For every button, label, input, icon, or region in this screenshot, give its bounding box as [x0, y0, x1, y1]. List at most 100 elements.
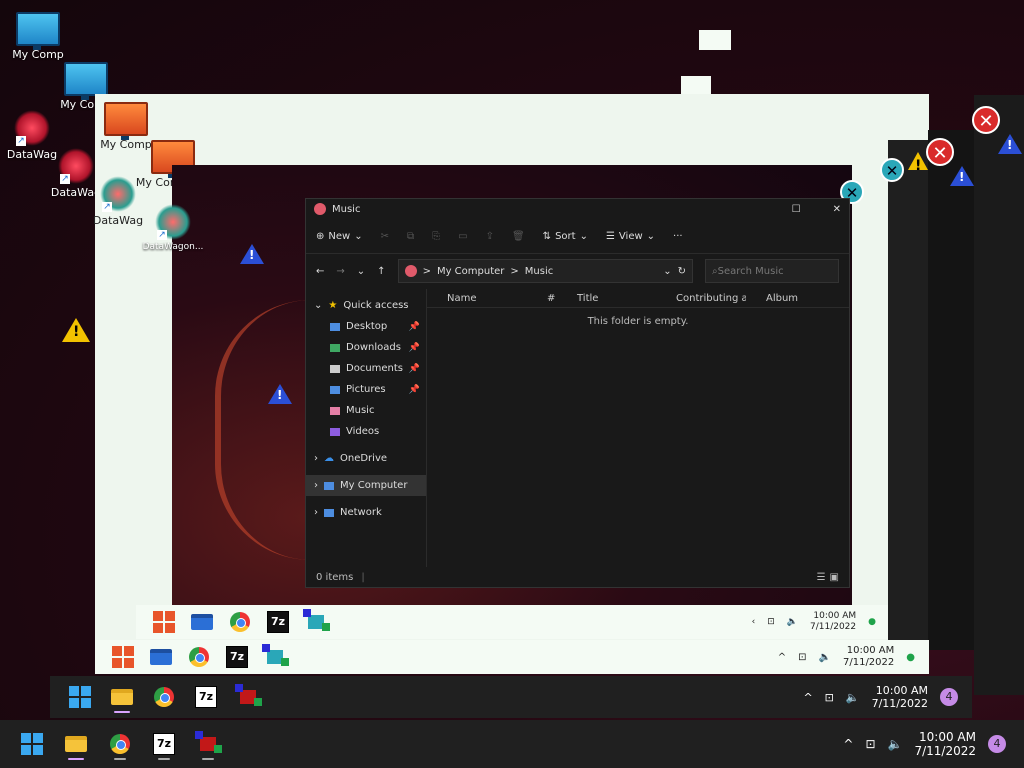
nav-network[interactable]: › Network [306, 502, 426, 523]
nav-quick-access[interactable]: ⌄ ★ Quick access [306, 295, 426, 316]
chrome-taskbar-icon[interactable] [187, 645, 211, 669]
clock[interactable]: 10:00 AM 7/11/2022 [914, 730, 976, 759]
rename-icon[interactable]: ▭ [458, 231, 467, 242]
network-tray-icon[interactable]: ⊡ [825, 691, 834, 704]
up-arrow-icon[interactable]: ↑ [377, 266, 385, 277]
file-explorer-taskbar-icon[interactable] [190, 610, 214, 634]
sort-button[interactable]: ⇅ Sort ⌄ [543, 231, 588, 242]
7zip-taskbar-icon[interactable]: 7z [225, 645, 249, 669]
nav-item-music[interactable]: Music [306, 400, 426, 421]
network-tray-icon[interactable]: ⊡ [798, 652, 806, 663]
address-dropdown-icon[interactable]: ⌄ [663, 266, 671, 277]
nav-item-videos[interactable]: Videos [306, 421, 426, 442]
column-header-album[interactable]: Album [746, 293, 798, 304]
file-explorer-taskbar-icon[interactable] [64, 732, 88, 760]
column-header-number[interactable]: # [527, 293, 557, 304]
breadcrumb-my-computer[interactable]: My Computer [437, 266, 504, 277]
view-button[interactable]: ☰ View ⌄ [606, 231, 655, 242]
shortcut-arrow-icon: ↗ [16, 136, 26, 146]
file-explorer-window[interactable]: Music ☐ ✕ ⊕ New ⌄ ✂ ⧉ ⎘ ▭ ⇪ 🗑 ⇅ Sort ⌄ ☰ View… [305, 198, 850, 588]
nav-item-pictures[interactable]: Pictures 📌 [306, 379, 426, 400]
cloud-icon: ☁ [324, 453, 334, 464]
details-view-icon[interactable]: ☰ [817, 572, 826, 583]
notification-badge[interactable]: 4 [940, 688, 958, 706]
address-bar[interactable]: > My Computer > Music ⌄ ↻ [397, 259, 693, 283]
breadcrumb-music[interactable]: Music [525, 266, 553, 277]
chrome-taskbar-icon[interactable] [228, 610, 252, 634]
shortcut-arrow-icon: ↗ [60, 174, 70, 184]
nav-my-computer[interactable]: › My Computer [306, 475, 426, 496]
back-arrow-icon[interactable]: ← [316, 266, 324, 277]
tray-overflow-icon[interactable]: ‹ [752, 617, 756, 627]
maximize-button[interactable]: ☐ [792, 204, 801, 215]
start-button[interactable] [20, 732, 44, 756]
column-header-contributing-artists[interactable]: Contributing artists [672, 293, 746, 304]
volume-icon[interactable]: 🔈 [819, 652, 831, 663]
cut-icon[interactable]: ✂ [381, 231, 389, 242]
app-taskbar-icon[interactable] [195, 731, 222, 760]
7zip-taskbar-icon[interactable]: 7z [266, 610, 290, 634]
7zip-taskbar-icon[interactable]: 7z [152, 732, 176, 760]
file-explorer-taskbar-icon[interactable] [149, 645, 173, 669]
notification-icon[interactable]: ● [868, 617, 876, 627]
file-explorer-taskbar-icon[interactable] [110, 685, 134, 713]
warning-blue-icon [240, 244, 264, 264]
forward-arrow-icon[interactable]: → [336, 266, 344, 277]
start-button[interactable] [111, 645, 135, 669]
nav-item-desktop[interactable]: Desktop 📌 [306, 316, 426, 337]
title-bar[interactable]: Music ☐ ✕ [306, 199, 849, 219]
notification-icon[interactable]: ● [906, 652, 915, 663]
delete-icon[interactable]: 🗑 [512, 231, 525, 242]
tray-overflow-icon[interactable]: ^ [803, 691, 812, 704]
chrome-taskbar-icon[interactable] [152, 685, 176, 709]
error-close-teal-icon[interactable]: ✕ [880, 158, 904, 182]
desktop-icon-my-computer[interactable]: My Comp [2, 12, 74, 61]
tray-overflow-icon[interactable]: ^ [843, 737, 853, 751]
paste-icon[interactable]: ⎘ [432, 231, 440, 242]
clock[interactable]: 10:00 AM 7/11/2022 [843, 645, 894, 669]
chevron-down-icon: ⌄ [354, 230, 363, 242]
volume-icon[interactable]: 🔈 [888, 737, 903, 751]
window-title: Music [332, 203, 361, 215]
search-input[interactable]: ⌕ Search Music [705, 259, 839, 283]
error-close-icon[interactable]: ✕ [926, 138, 954, 166]
pictures-icon [330, 385, 340, 394]
network-icon [324, 508, 334, 517]
app-taskbar-icon[interactable] [262, 644, 289, 669]
close-button[interactable]: ✕ [833, 204, 841, 215]
more-options-button[interactable]: ··· [673, 231, 683, 242]
file-list: Name # Title Contributing artists Album … [427, 289, 849, 567]
notification-badge[interactable]: 4 [988, 735, 1006, 753]
refresh-icon[interactable]: ↻ [678, 266, 686, 277]
copy-icon[interactable]: ⧉ [407, 231, 414, 242]
warning-blue-icon [950, 166, 974, 186]
volume-icon[interactable]: 🔈 [846, 691, 860, 704]
share-icon[interactable]: ⇪ [486, 231, 494, 242]
warning-blue-icon [998, 134, 1022, 154]
clock[interactable]: 10:00 AM 7/11/2022 [810, 611, 856, 633]
recent-chevron-icon[interactable]: ⌄ [357, 266, 365, 277]
error-close-icon[interactable]: ✕ [972, 106, 1000, 134]
chrome-taskbar-icon[interactable] [108, 732, 132, 760]
network-tray-icon[interactable]: ⊡ [865, 737, 875, 751]
app-taskbar-icon[interactable] [303, 609, 330, 634]
warning-icon [62, 318, 90, 342]
tray-overflow-icon[interactable]: ^ [778, 652, 786, 663]
app-taskbar-icon[interactable] [235, 684, 262, 709]
new-button[interactable]: ⊕ New ⌄ [316, 231, 363, 242]
start-button[interactable] [68, 685, 92, 709]
start-button[interactable] [152, 610, 176, 634]
network-tray-icon[interactable]: ⊡ [767, 617, 775, 627]
column-header-name[interactable]: Name [427, 293, 527, 304]
desktop-icon-datawagon-4[interactable]: ↗ DataWagon... [128, 204, 218, 252]
clock[interactable]: 10:00 AM 7/11/2022 [872, 684, 928, 710]
nav-onedrive[interactable]: › ☁ OneDrive [306, 448, 426, 469]
tiles-view-icon[interactable]: ▣ [830, 572, 839, 583]
column-header-title[interactable]: Title [557, 293, 672, 304]
nav-item-downloads[interactable]: Downloads 📌 [306, 337, 426, 358]
ghost-fragment [699, 30, 731, 50]
7zip-taskbar-icon[interactable]: 7z [194, 685, 218, 709]
nav-item-documents[interactable]: Documents 📌 [306, 358, 426, 379]
volume-icon[interactable]: 🔈 [787, 617, 798, 627]
music-folder-icon [314, 203, 326, 215]
